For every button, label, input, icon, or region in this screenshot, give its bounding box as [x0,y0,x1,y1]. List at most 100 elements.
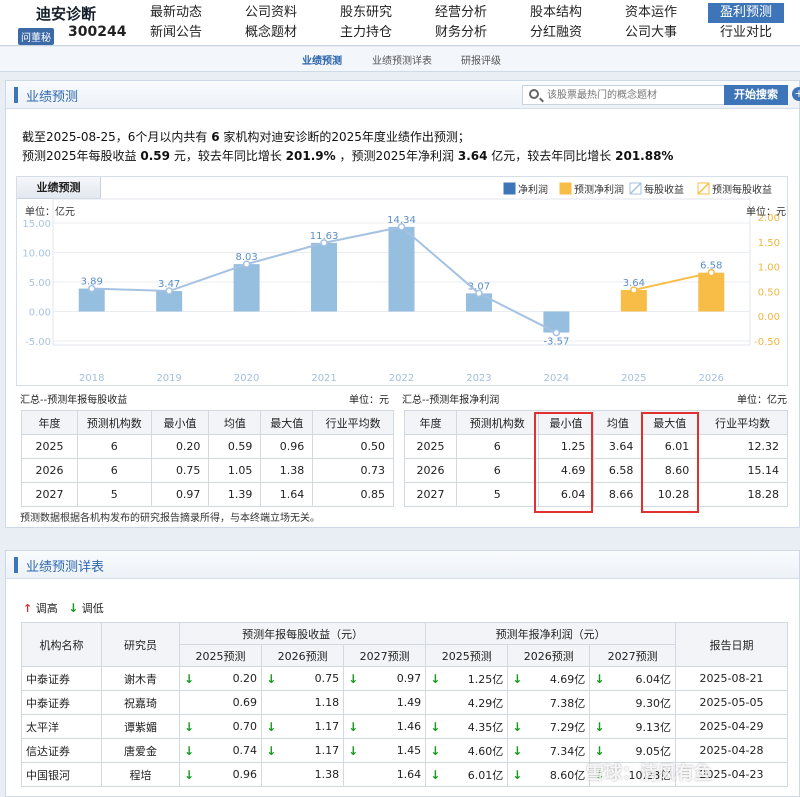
forecast-panel-header: 业绩预测 开始搜索 + [6,81,800,109]
value-text: 4.69亿 [549,672,586,686]
np-table-caption: 汇总--预测年报净利润 [402,395,500,406]
arrow-down-icon: ↓ [266,719,277,734]
table-cell: 15.14 [697,458,788,483]
ask-secretary-badge[interactable]: 问董秘 [18,28,54,45]
legend-label: 预测净利润 [574,183,624,196]
forecast-net-profit: 3.64 [457,149,488,163]
table-cell: 0.96 [260,434,314,459]
nav-item-2[interactable]: 股东研究 [328,3,404,23]
header-sub: 2027预测 [343,644,427,667]
nav-item-12[interactable]: 公司大事 [613,23,689,43]
up-label: 调高 [35,602,58,615]
header-sub: 2027预测 [589,644,676,667]
table-header: 年度 [404,410,457,435]
tab-forecast-detail[interactable]: 业绩预测详表 [372,52,432,67]
value-text: 9.13亿 [635,720,672,734]
tab-research-rating[interactable]: 研报评级 [461,52,501,67]
table-cell: 6 [76,434,152,459]
nav-item-3[interactable]: 经营分析 [423,3,499,23]
left-tick-label: -5.00 [25,337,51,348]
value-text: 6.04亿 [635,672,672,686]
eps-point [552,328,561,337]
analyst-cell[interactable]: 祝嘉琦 [101,690,180,715]
nav-item-13[interactable]: 行业对比 [708,23,784,43]
summary-line-2: 预测2025年每股收益 0.59 元，较去年同比增长 201.9% ，预测202… [22,147,673,164]
disclaimer-note: 预测数据根据各机构发布的研究报告摘录所得，与本终端立场无关。 [20,513,320,524]
value-cell: ↓ 8.60亿 [507,762,591,787]
value-text: 0.70 [232,720,258,733]
analyst-cell[interactable]: 程培 [101,762,180,787]
value-cell: ↓ 0.20 [178,666,263,691]
expand-plus-icon[interactable]: + [792,87,800,101]
nav-item-7[interactable]: 新闻公告 [138,23,214,43]
summary-line-1: 截至2025-08-25，6个月以内共有 6 家机构对迪安诊断的2025年度业绩… [22,128,470,145]
forecast-panel-title: 业绩预测 [26,90,79,105]
nav-item-4[interactable]: 股本结构 [518,3,594,23]
value-text: 1.17 [314,744,340,757]
nav-item-11[interactable]: 分红融资 [518,23,594,43]
table-cell: 6 [455,458,539,483]
concept-search-input[interactable] [547,87,723,103]
sub-nav: 业绩预测 业绩预测详表 研报评级 [0,47,800,72]
table-cell: 0.97 [150,482,210,507]
nav-item-5[interactable]: 资本运作 [613,3,689,23]
value-text: 6.01亿 [467,768,504,782]
table-cell: 3.64 [593,434,643,459]
bar-forecast-net-profit [698,272,725,312]
nav-item-1[interactable]: 公司资料 [233,3,309,23]
eps-table-caption: 汇总--预测年报每股收益 [20,395,128,406]
arrow-down-icon: ↓ [430,719,441,734]
legend-swatch [503,182,516,195]
table-cell: 6.58 [593,458,643,483]
adjust-legend: ↑ 调高 ↓ 调低 [23,600,104,616]
header-sub: 2026预测 [507,644,591,667]
tab-performance-forecast[interactable]: 业绩预测 [302,52,342,67]
org-cell[interactable]: 信达证券 [21,738,102,763]
analyst-cell[interactable]: 谢木青 [101,666,180,691]
value-text: 1.64 [396,768,422,781]
value-text: 9.05亿 [635,744,672,758]
nav-item-9[interactable]: 主力持仓 [328,23,404,43]
nav-item-6[interactable]: 盈利预测 [708,3,784,23]
value-text: 0.69 [232,696,258,709]
data-label: -3.57 [543,337,569,348]
value-text: 7.29亿 [549,720,586,734]
table-cell: 12.32 [697,434,788,459]
header-accent-bar [14,557,18,573]
table-cell: 2027 [404,482,457,507]
value-cell: ↓ 0.96 [178,762,263,787]
x-tick-label: 2020 [234,373,259,384]
date-cell: 2025-04-29 [675,714,788,739]
date-cell: 2025-08-21 [675,666,788,691]
header-date: 报告日期 [675,622,788,667]
value-text: 1.49 [396,696,422,709]
arrow-down-icon: ↓ [430,743,441,758]
nav-item-0[interactable]: 最新动态 [138,3,214,23]
value-cell: ↓ 1.45 [343,738,427,763]
bar-net-profit [233,264,260,312]
eps-point [707,268,716,277]
analyst-cell[interactable]: 谭紫媚 [101,714,180,739]
start-search-button[interactable]: 开始搜索 [724,85,788,105]
value-text: 0.97 [396,672,422,685]
x-tick-label: 2018 [79,373,104,384]
legend-swatch [559,182,572,195]
org-cell[interactable]: 中泰证券 [21,690,102,715]
stock-code: 300244 [68,24,127,40]
legend-label: 净利润 [518,183,548,196]
summary-text: 亿元，较去年同比增长 [491,149,612,163]
org-cell[interactable]: 中国银河 [21,762,102,787]
nav-item-10[interactable]: 财务分析 [423,23,499,43]
header-accent-bar [14,87,18,103]
arrow-down-icon: ↓ [512,743,523,758]
analyst-cell[interactable]: 唐爱金 [101,738,180,763]
eps-growth: 201.9% [285,149,336,163]
org-cell[interactable]: 太平洋 [21,714,102,739]
value-cell: 1.49 [343,690,427,715]
org-cell[interactable]: 中泰证券 [21,666,102,691]
nav-item-8[interactable]: 概念题材 [233,23,309,43]
table-row: 2027 5 0.97 1.39 1.64 0.85 [21,482,394,507]
x-tick-label: 2019 [156,373,181,384]
value-cell: ↓ 0.74 [178,738,263,763]
value-text: 1.46 [396,720,422,733]
